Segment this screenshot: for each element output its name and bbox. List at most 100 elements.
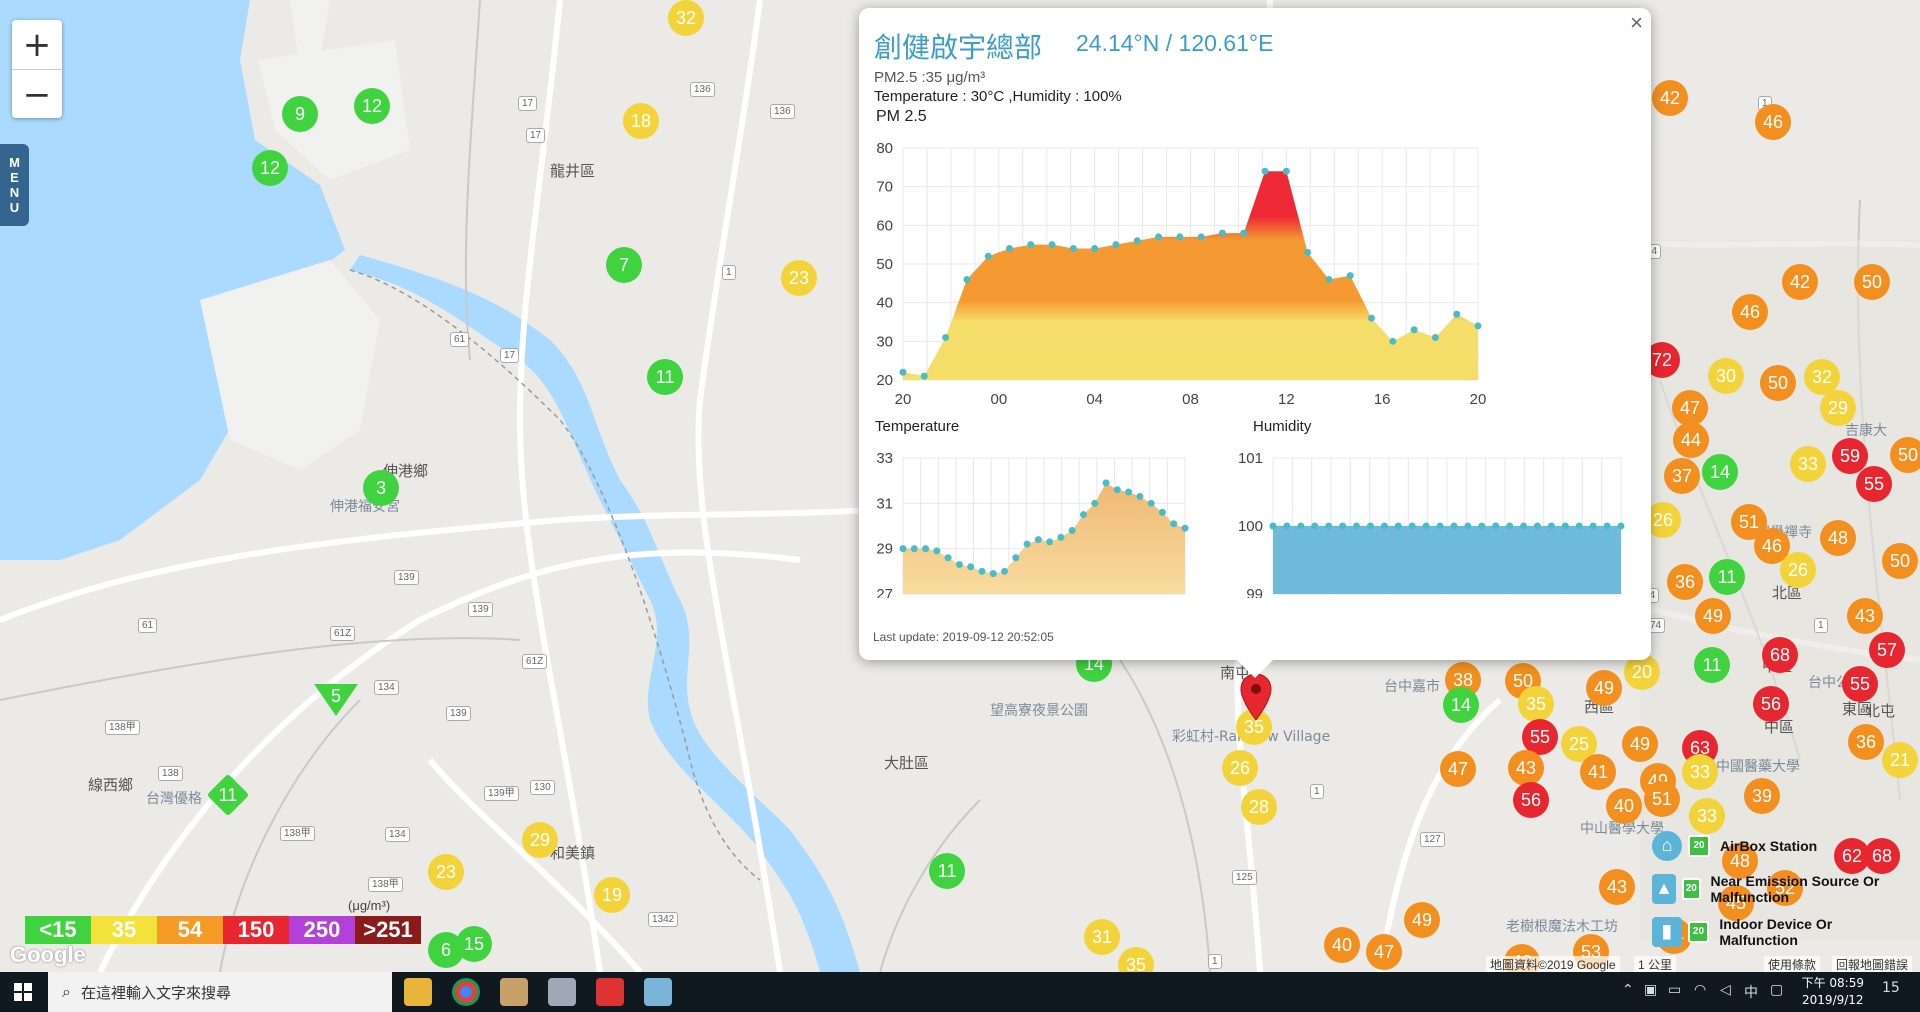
air-quality-marker[interactable]: 50	[1882, 543, 1918, 579]
air-quality-marker[interactable]: 15	[456, 926, 492, 962]
app-icon[interactable]	[644, 978, 672, 1006]
air-quality-marker[interactable]: 50	[1854, 264, 1890, 300]
air-quality-marker[interactable]: 14	[1702, 454, 1738, 490]
air-quality-marker[interactable]: 49	[1695, 598, 1731, 634]
air-quality-marker[interactable]: 9	[282, 96, 318, 132]
app-icon[interactable]	[548, 978, 576, 1006]
wifi-icon[interactable]: ◠	[1694, 982, 1706, 998]
air-quality-marker[interactable]: 23	[428, 854, 464, 890]
key-emission: ▲ 20 Near Emission Source Or Malfunction	[1652, 867, 1912, 910]
popup-close-button[interactable]: ×	[1630, 10, 1643, 36]
map-canvas[interactable]: 龍井區 伸港鄉 伸港福安宮 線西鄉 台灣優格 和美鎮 大肚區 南屯 望高寮夜景公…	[0, 0, 1920, 972]
zoom-out-button[interactable]: −	[12, 70, 62, 119]
air-quality-marker[interactable]: 33	[1790, 446, 1826, 482]
air-quality-marker[interactable]: 49	[1586, 670, 1622, 706]
air-quality-marker[interactable]: 12	[252, 150, 288, 186]
zoom-control: + −	[12, 20, 62, 118]
air-quality-marker[interactable]: 49	[1404, 902, 1440, 938]
air-quality-marker[interactable]: 42	[1782, 264, 1818, 300]
air-quality-marker[interactable]: 47	[1440, 751, 1476, 787]
air-quality-marker[interactable]: 42	[1652, 80, 1688, 116]
tray-up-icon[interactable]: ⌃	[1622, 982, 1634, 998]
road-number-shield: 1	[1208, 954, 1222, 969]
taskbar-clock[interactable]: 下午 08:59 2019/9/12	[1802, 975, 1864, 1009]
menu-tab-button[interactable]: M E N U	[0, 144, 29, 226]
marker-value: 28	[1248, 796, 1270, 817]
air-quality-marker[interactable]: 40	[1324, 927, 1360, 963]
last-update-text: Last update: 2019-09-12 20:52:05	[873, 630, 1054, 644]
selected-location-pin[interactable]	[1239, 672, 1273, 722]
air-quality-marker[interactable]: 31	[1084, 919, 1120, 955]
marker-value: 6	[440, 939, 451, 960]
air-quality-marker[interactable]: 37	[1664, 458, 1700, 494]
air-quality-marker[interactable]: 23	[781, 260, 817, 296]
air-quality-marker[interactable]: 43	[1847, 598, 1883, 634]
air-quality-marker[interactable]: 55	[1842, 666, 1878, 702]
data-point	[1353, 522, 1361, 530]
air-quality-marker[interactable]: 36	[1667, 564, 1703, 600]
air-quality-marker[interactable]: 21	[1882, 742, 1918, 778]
y-tick-label: 20	[876, 372, 893, 389]
air-quality-marker[interactable]: 14	[1443, 687, 1479, 723]
air-quality-marker[interactable]: 47	[1366, 934, 1402, 970]
air-quality-marker[interactable]: 26	[1780, 552, 1816, 588]
air-quality-marker[interactable]: 11	[1709, 559, 1745, 595]
air-quality-marker[interactable]: 43	[1508, 750, 1544, 786]
air-quality-marker[interactable]: 12	[354, 88, 390, 124]
air-quality-marker[interactable]: 39	[1744, 778, 1780, 814]
air-quality-marker[interactable]: 28	[1241, 789, 1277, 825]
air-quality-marker[interactable]: 48	[1820, 520, 1856, 556]
air-quality-marker[interactable]: 68	[1762, 637, 1798, 673]
air-quality-marker[interactable]: 11	[647, 359, 683, 395]
air-quality-marker[interactable]: 7	[606, 247, 642, 283]
air-quality-marker[interactable]: 3	[363, 470, 399, 506]
air-quality-marker[interactable]: 29	[1820, 390, 1856, 426]
marker-value: 57	[1876, 639, 1898, 660]
report-error-link[interactable]: 回報地圖錯誤	[1832, 956, 1913, 972]
volume-icon[interactable]: ◁	[1720, 982, 1731, 998]
air-quality-marker[interactable]: 51	[1644, 781, 1680, 817]
file-explorer-icon[interactable]	[404, 978, 432, 1006]
air-quality-marker[interactable]: 49	[1622, 726, 1658, 762]
air-quality-marker[interactable]: 50	[1890, 437, 1920, 473]
air-quality-marker[interactable]: 55	[1856, 466, 1892, 502]
data-point	[967, 563, 975, 571]
air-quality-marker[interactable]: 11	[1694, 647, 1730, 683]
app-icon[interactable]	[596, 978, 624, 1006]
air-quality-marker[interactable]: 30	[1708, 358, 1744, 394]
air-quality-marker[interactable]: 40	[1606, 788, 1642, 824]
air-quality-marker[interactable]: 46	[1732, 294, 1768, 330]
air-quality-marker[interactable]: 26	[1222, 750, 1258, 786]
air-quality-marker[interactable]: 18	[623, 103, 659, 139]
terms-link[interactable]: 使用條款	[1764, 956, 1821, 972]
air-quality-marker[interactable]: 11	[929, 853, 965, 889]
tray-app-icon[interactable]: ▣	[1644, 982, 1657, 998]
air-quality-marker[interactable]: 50	[1760, 365, 1796, 401]
battery-icon[interactable]: ▭	[1668, 982, 1681, 998]
ime-indicator[interactable]: 中	[1744, 982, 1758, 1002]
air-quality-marker[interactable]: 56	[1753, 686, 1789, 722]
air-quality-marker[interactable]: 56	[1513, 782, 1549, 818]
air-quality-marker[interactable]: 44	[1673, 422, 1709, 458]
air-quality-marker[interactable]: 47	[1672, 390, 1708, 426]
air-quality-marker[interactable]: 41	[1580, 754, 1616, 790]
ime-mode-icon[interactable]: ▢	[1770, 982, 1783, 998]
app-icon[interactable]	[500, 978, 528, 1006]
air-quality-marker[interactable]: 19	[594, 877, 630, 913]
air-quality-marker[interactable]: 33	[1682, 754, 1718, 790]
marker-value: 14	[1709, 461, 1731, 482]
air-quality-marker[interactable]: 5	[314, 684, 358, 716]
air-quality-marker[interactable]: 32	[668, 0, 704, 36]
windows-start-icon[interactable]	[14, 983, 32, 1001]
zoom-in-button[interactable]: +	[12, 20, 62, 70]
clock-date: 2019/9/12	[1802, 993, 1864, 1007]
air-quality-marker[interactable]: 35	[1518, 686, 1554, 722]
taskbar-search-box[interactable]: ⌕ 在這裡輸入文字來搜尋	[48, 972, 392, 1012]
chrome-icon[interactable]	[452, 978, 480, 1006]
air-quality-marker[interactable]: 43	[1599, 869, 1635, 905]
air-quality-marker[interactable]: 57	[1869, 632, 1905, 668]
air-quality-marker[interactable]: 36	[1848, 724, 1884, 760]
air-quality-marker[interactable]: 29	[522, 822, 558, 858]
air-quality-marker[interactable]: 46	[1755, 104, 1791, 140]
notification-icon[interactable]: 15	[1882, 980, 1900, 996]
